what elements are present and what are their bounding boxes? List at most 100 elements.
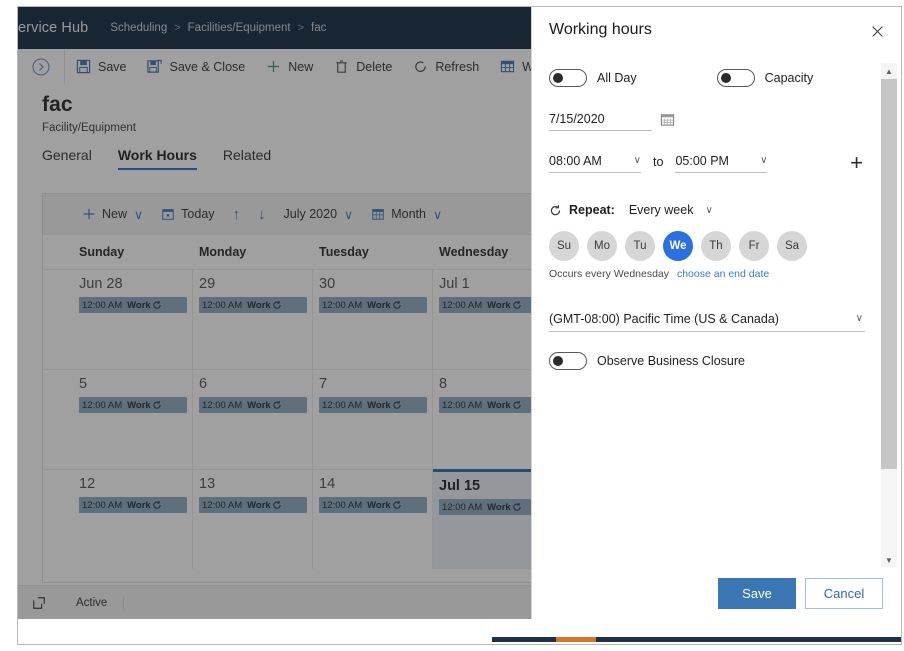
calendar-event[interactable]: 12:00 AM Work (199, 297, 307, 313)
calendar-day-header: Sunday (79, 245, 125, 259)
recurrence-icon (152, 300, 162, 310)
save-button-label: Save (98, 59, 127, 74)
calendar-new-label: New (102, 207, 128, 221)
breadcrumb-item-facilities[interactable]: Facilities/Equipment (188, 22, 291, 34)
start-time-select[interactable]: 08:00 AM ∨ (549, 149, 641, 173)
choose-end-date-link[interactable]: choose an end date (677, 268, 769, 280)
popout-icon[interactable] (32, 596, 46, 610)
end-time-select[interactable]: 05:00 PM ∨ (675, 149, 768, 173)
weekday-fr[interactable]: Fr (739, 231, 769, 261)
chevron-down-icon[interactable]: ∨ (705, 205, 712, 216)
calendar-day-cell[interactable]: 14 12:00 AM Work (313, 470, 433, 569)
refresh-button[interactable]: Refresh (402, 49, 489, 84)
panel-save-button[interactable]: Save (718, 577, 796, 609)
weekday-su[interactable]: Su (549, 231, 579, 261)
calendar-event[interactable]: 12:00 AM Work (199, 397, 307, 413)
taskbar-segment (492, 637, 556, 642)
chevron-right-circle-icon[interactable] (18, 49, 65, 84)
breadcrumb: Scheduling > Facilities/Equipment > fac (110, 22, 326, 34)
calendar-view-selector[interactable]: Month ∨ (362, 199, 451, 229)
taskbar-strip (18, 635, 901, 644)
weekday-we[interactable]: We (663, 231, 693, 261)
weekday-tu[interactable]: Tu (625, 231, 655, 261)
scrollbar-thumb[interactable] (881, 79, 897, 469)
calendar-day-cell[interactable]: 29 12:00 AM Work (193, 270, 313, 369)
scroll-up-arrow-icon[interactable]: ▲ (881, 63, 897, 79)
calendar-day-cell[interactable]: 5 12:00 AM Work (73, 370, 193, 469)
repeat-value[interactable]: Every week (629, 203, 694, 217)
toggle-track (549, 69, 587, 87)
calendar-day-cell[interactable]: 7 12:00 AM Work (313, 370, 433, 469)
calendar-day-cell[interactable]: Jun 28 12:00 AM Work (73, 270, 193, 369)
new-button[interactable]: New (255, 49, 323, 84)
time-range-row: 08:00 AM ∨ to 05:00 PM ∨ + (549, 149, 865, 174)
calendar-icon[interactable] (660, 112, 675, 127)
to-label: to (653, 155, 664, 169)
calendar-period-selector[interactable]: July 2020 ∨ (275, 199, 363, 229)
breadcrumb-item-scheduling[interactable]: Scheduling (110, 22, 167, 34)
toggle-row: All Day Capacity (549, 69, 865, 87)
scroll-down-arrow-icon[interactable]: ▼ (881, 552, 897, 568)
capacity-toggle[interactable]: Capacity (716, 69, 814, 87)
calendar-event[interactable]: 12:00 AM Work (199, 497, 307, 513)
event-time: 12:00 AM (442, 501, 483, 513)
recurrence-icon (272, 300, 282, 310)
calendar-event[interactable]: 12:00 AM Work (319, 397, 427, 413)
calendar-event[interactable]: 12:00 AM Work (79, 397, 187, 413)
delete-button-label: Delete (356, 59, 393, 74)
toggle-knob (553, 356, 563, 366)
panel-scrollbar[interactable]: ▲ ▼ (881, 63, 897, 568)
event-time: 12:00 AM (442, 299, 483, 311)
calendar-grid-icon (499, 59, 515, 75)
weekday-sa[interactable]: Sa (777, 231, 807, 261)
business-closure-toggle[interactable]: Observe Business Closure (549, 352, 865, 370)
calendar-new-button[interactable]: New ∨ (73, 199, 152, 229)
calendar-event[interactable]: 12:00 AM Work (319, 497, 427, 513)
calendar-today-button[interactable]: Today (152, 199, 223, 229)
calendar-event[interactable]: 12:00 AM Work (79, 297, 187, 313)
breadcrumb-item-record[interactable]: fac (311, 22, 326, 34)
event-label: Work (487, 399, 511, 411)
close-icon[interactable] (864, 18, 890, 44)
arrow-down-icon: ↓ (258, 205, 266, 223)
app-window: ervice Hub Scheduling > Facilities/Equip… (18, 7, 901, 619)
toggle-track (549, 352, 587, 370)
arrow-up-icon: ↑ (232, 205, 241, 223)
timezone-select[interactable]: (GMT-08:00) Pacific Time (US & Canada) ∨ (549, 306, 865, 332)
delete-button[interactable]: Delete (323, 49, 402, 84)
calendar-day-cell[interactable]: 30 12:00 AM Work (313, 270, 433, 369)
app-brand-label[interactable]: ervice Hub (18, 20, 88, 36)
occurrence-text: Occurs every Wednesday (549, 268, 670, 280)
date-row: 7/15/2020 (549, 107, 865, 131)
capacity-label: Capacity (764, 71, 814, 85)
calendar-event[interactable]: 12:00 AM Work (319, 297, 427, 313)
weekday-mo[interactable]: Mo (587, 231, 617, 261)
event-time: 12:00 AM (82, 299, 123, 311)
repeat-row: Repeat: Every week ∨ (549, 203, 865, 217)
tab-work-hours[interactable]: Work Hours (117, 147, 209, 170)
tab-related[interactable]: Related (223, 147, 283, 170)
save-button[interactable]: Save (65, 49, 137, 84)
calendar-event[interactable]: 12:00 AM Work (79, 497, 187, 513)
event-label: Work (367, 299, 391, 311)
calendar-period-label: July 2020 (283, 207, 338, 221)
calendar-prev-button[interactable]: ↑ (224, 199, 250, 229)
calendar-day-cell[interactable]: 12 12:00 AM Work (73, 470, 193, 569)
weekday-th[interactable]: Th (701, 231, 731, 261)
save-and-close-label: Save & Close (169, 59, 246, 74)
add-time-range-button[interactable]: + (850, 152, 865, 174)
calendar-day-number: 7 (319, 376, 328, 392)
save-and-close-button[interactable]: Save & Close (137, 49, 256, 84)
calendar-day-cell[interactable]: 6 12:00 AM Work (193, 370, 313, 469)
tab-general[interactable]: General (42, 147, 104, 170)
event-time: 12:00 AM (322, 399, 363, 411)
panel-cancel-button[interactable]: Cancel (805, 577, 883, 609)
calendar-day-cell[interactable]: 13 12:00 AM Work (193, 470, 313, 569)
save-icon (75, 59, 91, 75)
calendar-day-number: 30 (319, 276, 336, 292)
chevron-down-icon: ∨ (432, 207, 443, 222)
calendar-next-button[interactable]: ↓ (249, 199, 275, 229)
calendar-day-number: 12 (79, 476, 96, 492)
date-input[interactable]: 7/15/2020 (549, 107, 652, 131)
all-day-toggle[interactable]: All Day (549, 69, 637, 87)
